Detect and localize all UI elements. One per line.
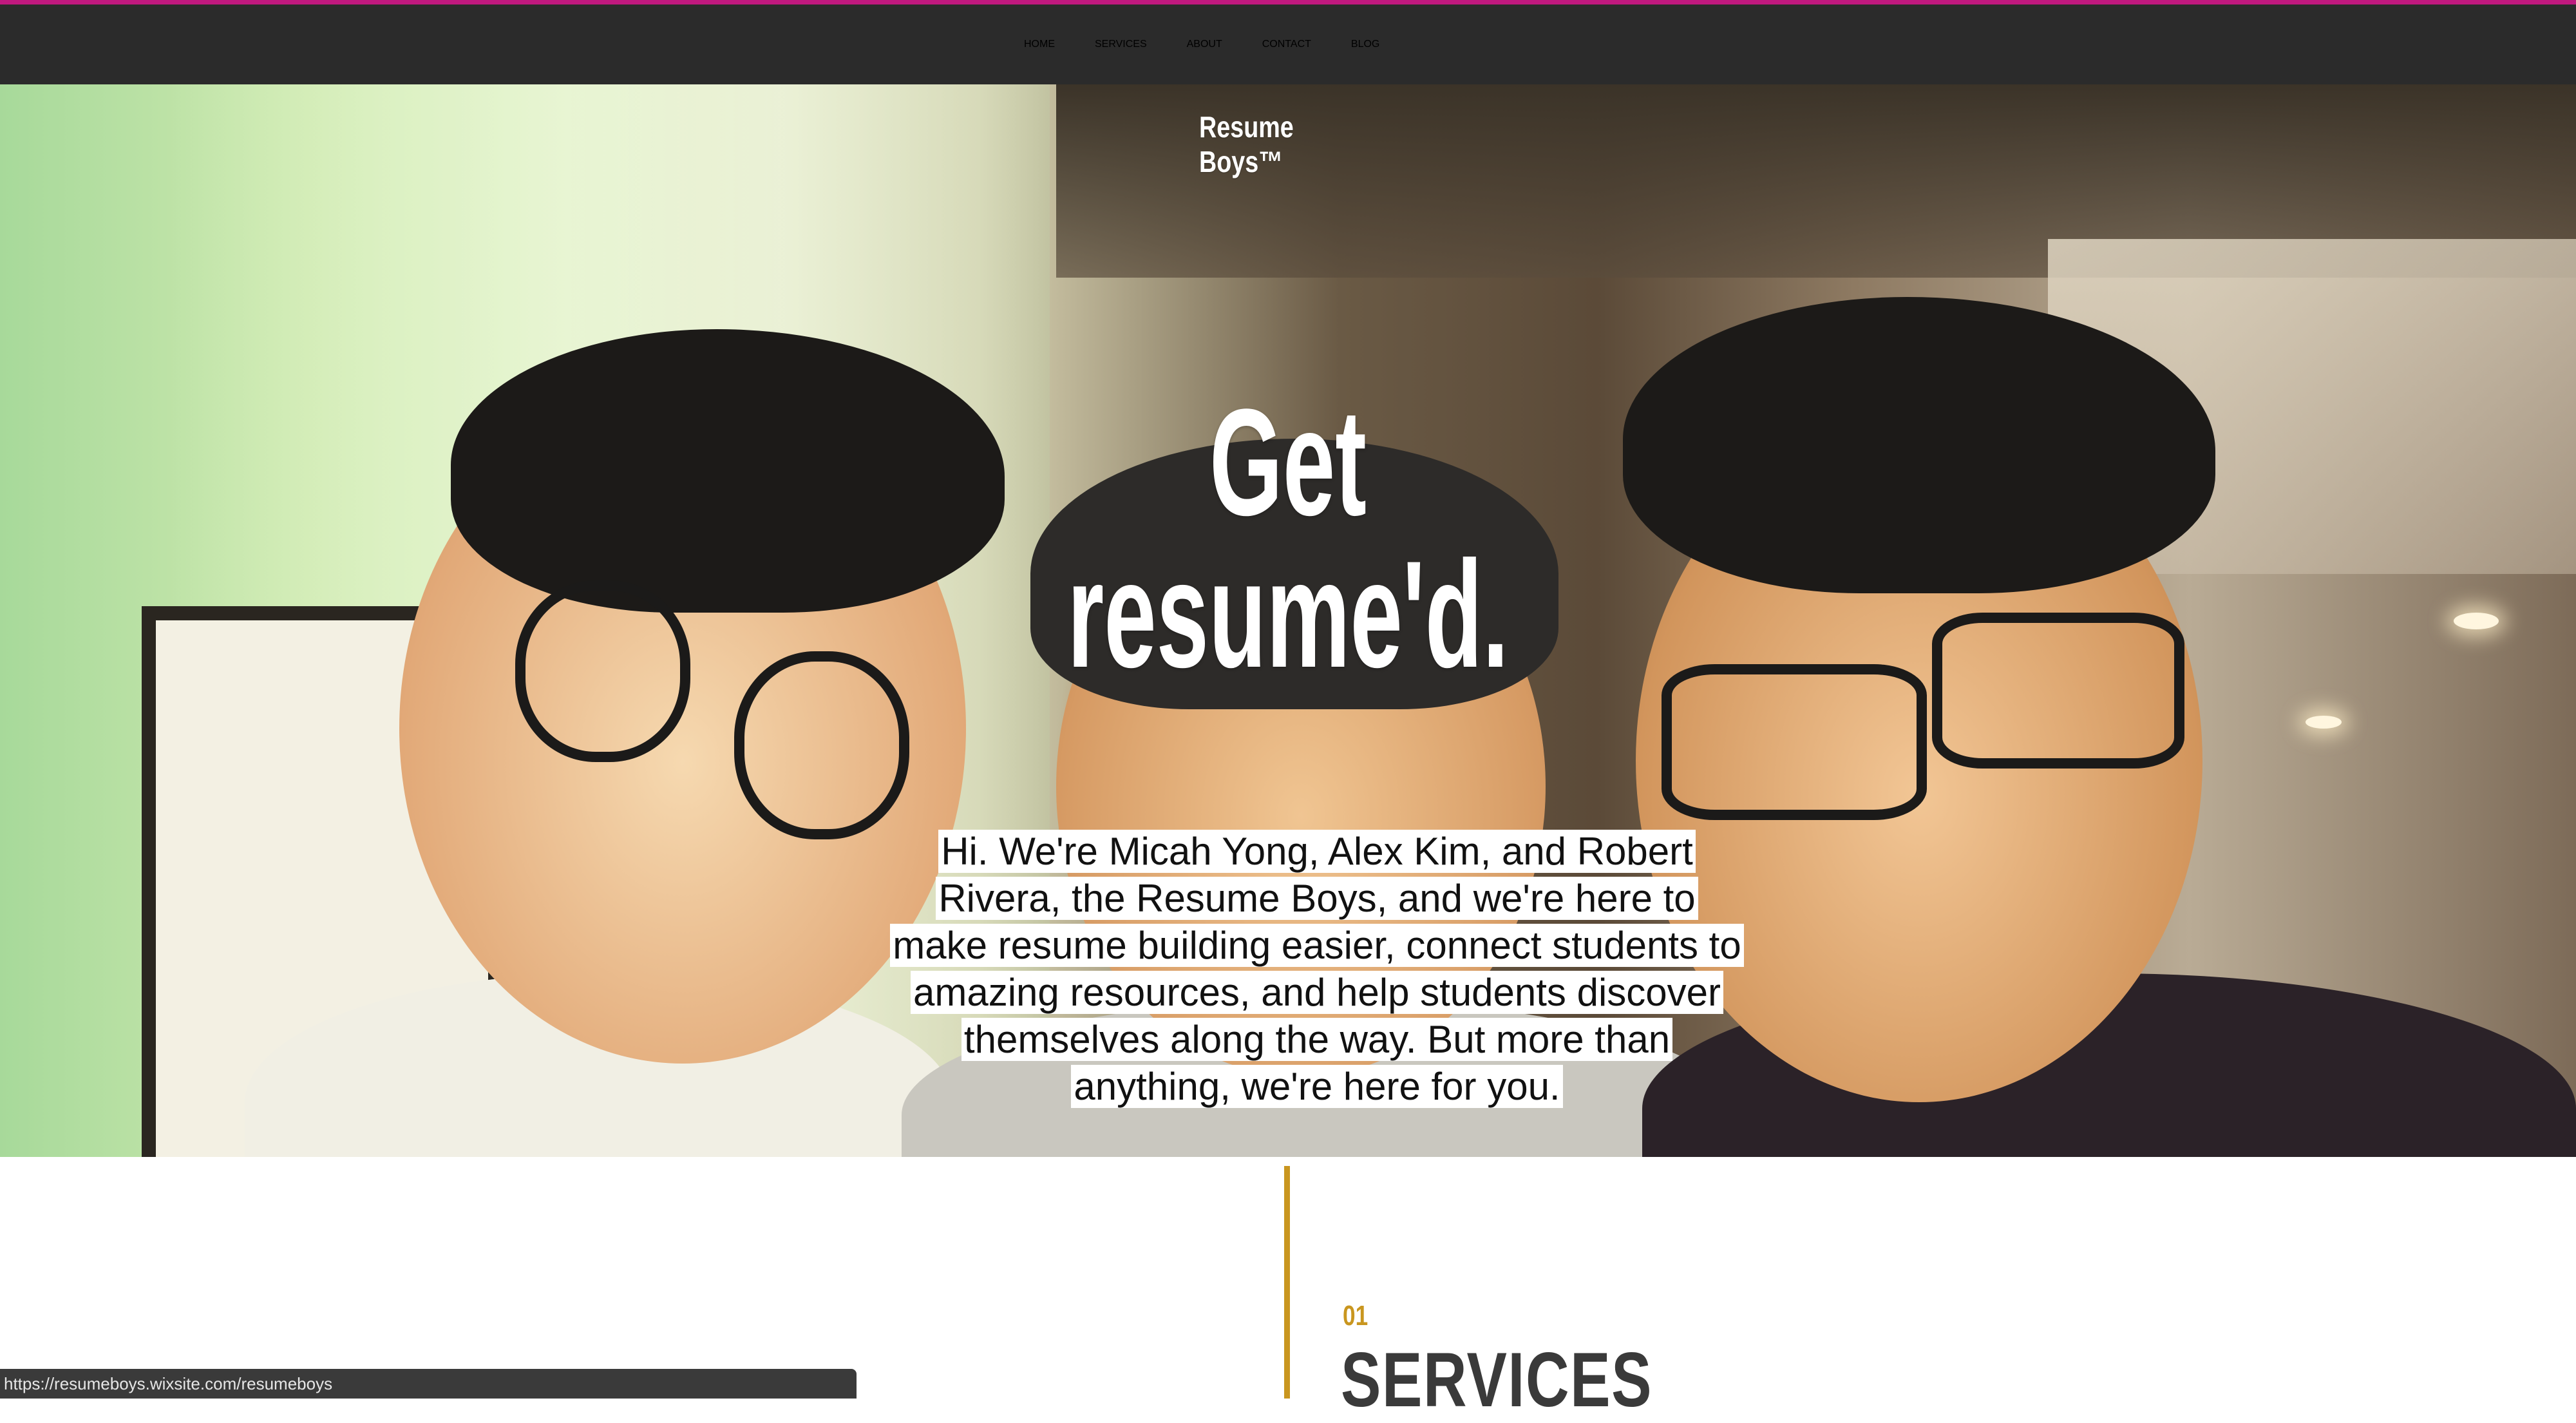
- photo-ceiling-light: [2454, 613, 2499, 629]
- photo-glasses: [515, 580, 690, 762]
- hero-intro-text: Hi. We're Micah Yong, Alex Kim, and Robe…: [889, 828, 1745, 1110]
- browser-status-bar-url: https://resumeboys.wixsite.com/resumeboy…: [0, 1369, 857, 1399]
- section-divider-line: [1284, 1166, 1290, 1399]
- nav-item-services[interactable]: SERVICES: [1095, 39, 1147, 50]
- hero-headline: Get resume'd.: [1067, 377, 1509, 700]
- photo-glasses: [734, 651, 909, 839]
- nav-item-contact[interactable]: CONTACT: [1262, 39, 1311, 50]
- hero-intro-text-content: Hi. We're Micah Yong, Alex Kim, and Robe…: [890, 830, 1744, 1108]
- photo-ceiling-light: [2306, 716, 2342, 729]
- section-title: SERVICES: [1341, 1337, 1653, 1423]
- main-nav: HOME SERVICES ABOUT CONTACT BLOG: [1024, 5, 1379, 84]
- nav-item-blog[interactable]: BLOG: [1351, 39, 1379, 50]
- photo-glasses: [1662, 664, 1927, 820]
- nav-item-home[interactable]: HOME: [1024, 39, 1055, 50]
- section-number: 01: [1343, 1300, 1368, 1332]
- nav-item-about[interactable]: ABOUT: [1187, 39, 1222, 50]
- photo-glasses: [1932, 613, 2184, 769]
- top-accent-line: [0, 0, 2576, 5]
- site-brand-name[interactable]: Resume Boys™: [1199, 110, 1358, 179]
